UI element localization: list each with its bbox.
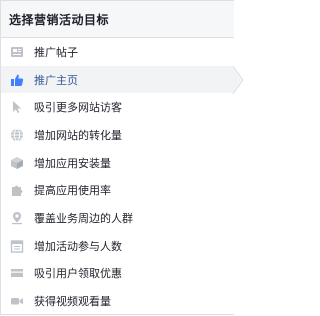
objective-label: 增加应用安装量 — [34, 156, 111, 170]
objective-local-awareness[interactable]: 覆盖业务周边的人群 — [1, 204, 234, 232]
objective-website-traffic[interactable]: 吸引更多网站访客 — [1, 93, 234, 121]
objective-list: 推广帖子 推广主页 吸引更多网站访客 增加网站的转化量 增加应用安装量 提高应用… — [1, 38, 234, 315]
objective-app-installs[interactable]: 增加应用安装量 — [1, 149, 234, 177]
objective-panel: 选择营销活动目标 推广帖子 推广主页 吸引更多网站访客 增加网站的转化量 增加应… — [0, 0, 234, 315]
objective-label: 增加网站的转化量 — [34, 128, 122, 142]
objective-website-conversions[interactable]: 增加网站的转化量 — [1, 121, 234, 149]
panel-title: 选择营销活动目标 — [1, 1, 234, 38]
offer-icon — [9, 265, 25, 281]
objective-label: 吸引用户领取优惠 — [34, 267, 122, 281]
cursor-icon — [9, 99, 25, 115]
post-icon — [9, 44, 25, 60]
objective-app-engagement[interactable]: 提高应用使用率 — [1, 176, 234, 204]
thumbs-up-icon — [9, 72, 25, 88]
objective-video-views[interactable]: 获得视频观看量 — [1, 287, 234, 315]
objective-event-responses[interactable]: 增加活动参与人数 — [1, 232, 234, 260]
video-icon — [9, 293, 25, 309]
calendar-icon — [9, 238, 25, 254]
globe-icon — [9, 127, 25, 143]
objective-label: 获得视频观看量 — [34, 295, 111, 309]
objective-promote-page[interactable]: 推广主页 — [1, 65, 234, 94]
objective-label: 推广主页 — [34, 73, 78, 87]
objective-label: 提高应用使用率 — [34, 184, 111, 198]
objective-label: 吸引更多网站访客 — [34, 101, 122, 115]
cube-icon — [9, 155, 25, 171]
objective-boost-post[interactable]: 推广帖子 — [1, 38, 234, 66]
map-pin-icon — [9, 210, 25, 226]
puzzle-icon — [9, 182, 25, 198]
objective-label: 覆盖业务周边的人群 — [34, 211, 133, 225]
objective-label: 推广帖子 — [34, 45, 78, 59]
objective-offer-claims[interactable]: 吸引用户领取优惠 — [1, 260, 234, 288]
objective-label: 增加活动参与人数 — [34, 239, 122, 253]
